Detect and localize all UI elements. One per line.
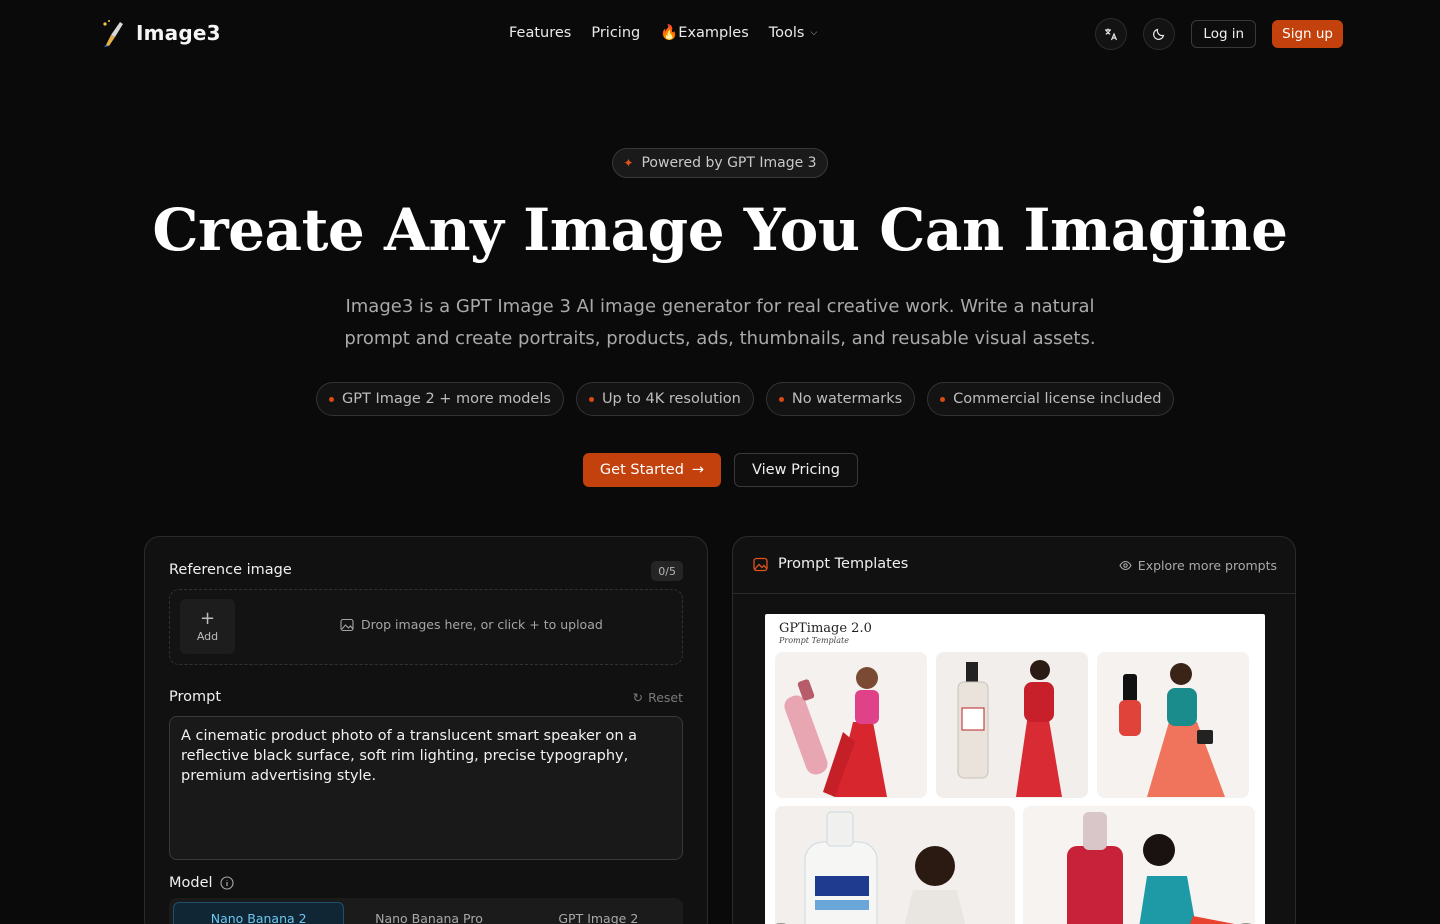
refresh-icon: ↻ (632, 690, 644, 705)
reset-label: Reset (648, 690, 683, 705)
templates-title: Prompt Templates (753, 556, 908, 572)
skincare-photo-image (775, 806, 1015, 924)
login-button[interactable]: Log in (1191, 20, 1257, 48)
fashion-photo-image (936, 652, 1088, 798)
template-photo (936, 652, 1088, 798)
chevron-down-icon: ⌵ (810, 27, 818, 38)
template-photo (775, 652, 927, 798)
nav-tools-label: Tools (768, 24, 805, 41)
template-card-subtitle: Prompt Template (779, 636, 849, 645)
model-tab-nano-banana-2[interactable]: Nano Banana 2 (173, 902, 345, 924)
view-pricing-button[interactable]: View Pricing (734, 453, 858, 487)
brush-logo-icon (103, 20, 123, 47)
templates-title-text: Prompt Templates (778, 556, 909, 572)
sparkle-icon: ✦ (623, 156, 634, 170)
template-photo (775, 806, 1015, 924)
bullet-dot-icon (778, 396, 784, 402)
view-pricing-label: View Pricing (752, 462, 840, 478)
prompt-label: Prompt (169, 689, 222, 705)
signup-button[interactable]: Sign up (1272, 20, 1343, 48)
arrow-right-icon: → (691, 462, 705, 478)
brand-name: Image3 (136, 21, 221, 45)
drop-hint: Drop images here, or click + to upload (340, 617, 603, 632)
explore-prompts-link[interactable]: Explore more prompts (1119, 558, 1277, 573)
get-started-label: Get Started (599, 462, 684, 478)
theme-toggle-button[interactable] (1143, 18, 1176, 50)
feature-pill-label: Commercial license included (953, 391, 1162, 407)
feature-pill-label: Up to 4K resolution (601, 391, 741, 407)
generator-panel: Reference image 0/5 + Add Drop images he… (144, 536, 708, 924)
image-dropzone[interactable]: + Add Drop images here, or click + to up… (169, 589, 683, 665)
image-icon (340, 618, 354, 631)
feature-pill-label: GPT Image 2 + more models (342, 391, 551, 407)
reference-image-label: Reference image (169, 562, 292, 578)
prompt-templates-panel: Prompt Templates Explore more prompts GP… (732, 536, 1296, 924)
nav-pricing[interactable]: Pricing (591, 24, 640, 41)
serum-photo-image (1023, 806, 1255, 924)
bullet-dot-icon (329, 396, 334, 402)
template-photo (1097, 652, 1249, 798)
header-actions: Log in Sign up (1095, 18, 1343, 50)
model-selector: Nano Banana 2 Nano Banana Pro GPT Image … (169, 898, 683, 924)
feature-pill: GPT Image 2 + more models (316, 382, 564, 416)
info-icon[interactable] (219, 876, 234, 890)
template-card-brand: GPTimage 2.0 (779, 621, 872, 636)
translate-icon (1105, 28, 1118, 41)
powered-by-badge: ✦ Powered by GPT Image 3 (612, 148, 828, 178)
add-image-label: Add (196, 630, 219, 643)
hero-title: Create Any Image You Can Imagine (152, 196, 1288, 264)
reference-count-badge: 0/5 (651, 561, 683, 581)
badge-text: Powered by GPT Image 3 (641, 155, 817, 171)
image-icon (753, 557, 768, 571)
feature-pill: Commercial license included (927, 382, 1175, 416)
fashion-photo-image (775, 652, 927, 798)
feature-pill: No watermarks (765, 382, 916, 416)
site-header: Image3 Features Pricing 🔥Examples Tools … (0, 0, 1440, 68)
plus-icon: + (199, 608, 216, 629)
drop-hint-text: Drop images here, or click + to upload (361, 617, 603, 632)
template-preview-card[interactable]: GPTimage 2.0 Prompt Template (765, 614, 1265, 924)
main-nav: Features Pricing 🔥Examples Tools ⌵ (509, 24, 818, 42)
add-image-button[interactable]: + Add (180, 599, 235, 654)
template-photo (1023, 806, 1255, 924)
nav-features[interactable]: Features (509, 24, 571, 41)
language-button[interactable] (1095, 18, 1128, 50)
bullet-dot-icon (940, 396, 946, 402)
feature-pills: GPT Image 2 + more models Up to 4K resol… (316, 382, 1175, 416)
model-tab-nano-banana-pro[interactable]: Nano Banana Pro (344, 898, 513, 924)
hero-subtitle: Image3 is a GPT Image 3 AI image generat… (344, 296, 1096, 349)
model-label: Model (169, 875, 234, 891)
nav-tools[interactable]: Tools ⌵ (769, 24, 818, 41)
nav-examples[interactable]: 🔥Examples (660, 24, 749, 41)
model-tab-gpt-image-2[interactable]: GPT Image 2 (514, 898, 683, 924)
feature-pill: Up to 4K resolution (575, 382, 754, 416)
brand-logo[interactable]: Image3 (100, 18, 221, 48)
bullet-dot-icon (588, 396, 594, 402)
model-label-text: Model (169, 875, 213, 891)
templates-header: Prompt Templates Explore more prompts (733, 537, 1295, 594)
eye-icon (1119, 560, 1132, 571)
feature-pill-label: No watermarks (791, 391, 903, 407)
moon-icon (1153, 28, 1165, 40)
get-started-button[interactable]: Get Started → (583, 453, 721, 487)
explore-prompts-text: Explore more prompts (1137, 558, 1277, 573)
fashion-photo-image (1097, 652, 1249, 798)
reset-button[interactable]: ↻ Reset (633, 690, 683, 705)
prompt-textarea[interactable]: A cinematic product photo of a transluce… (169, 716, 683, 860)
